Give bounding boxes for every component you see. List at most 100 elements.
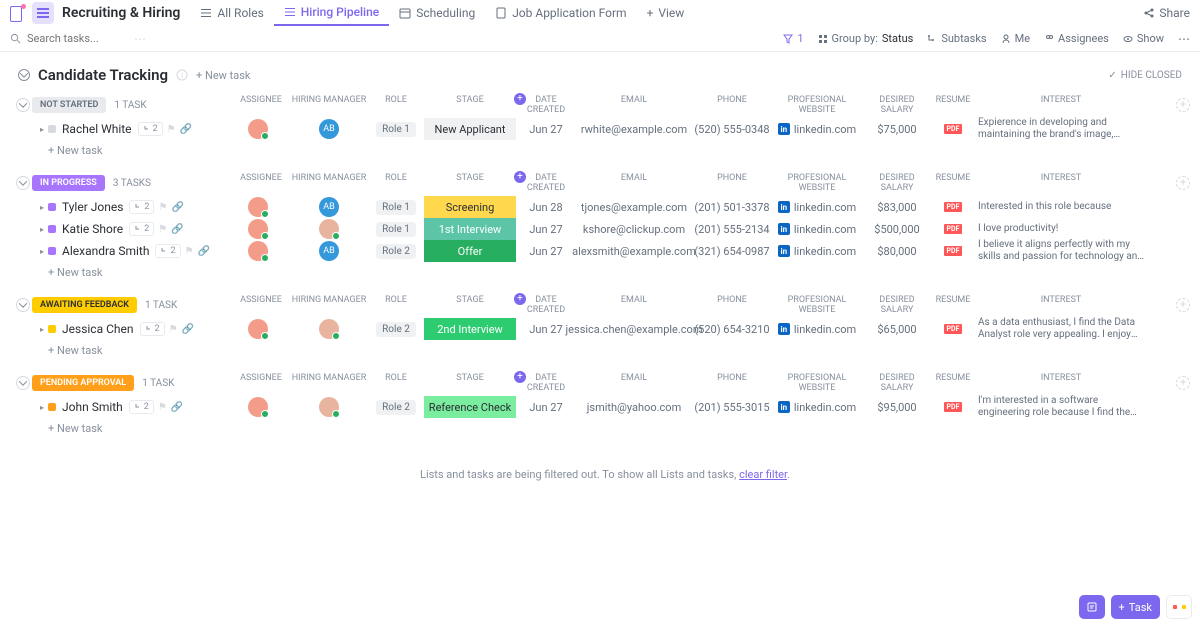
website-cell[interactable]: inlinkedin.com [772, 401, 862, 414]
column-header[interactable]: HIRING MANAGER [290, 295, 368, 315]
search-input[interactable] [27, 32, 107, 45]
hide-closed-button[interactable]: ✓ HIDE CLOSED [1108, 70, 1182, 81]
column-header[interactable]: ASSIGNEE [232, 295, 290, 315]
website-cell[interactable]: inlinkedin.com [772, 223, 862, 236]
list-icon[interactable] [32, 2, 54, 24]
tag-icon[interactable]: ⚑ [158, 224, 167, 235]
column-header[interactable]: PHONE [692, 373, 772, 393]
stage-cell[interactable]: New Applicant [424, 118, 516, 140]
column-header[interactable]: RESUME [932, 373, 974, 393]
expand-icon[interactable]: ▸ [40, 325, 44, 334]
email-cell[interactable]: tjones@example.com [576, 201, 692, 214]
subtask-badge[interactable]: 2 [155, 244, 180, 258]
link-icon[interactable]: 🔗 [171, 402, 183, 413]
resume-cell[interactable]: PDF [932, 246, 974, 256]
stage-cell[interactable]: Reference Check [424, 396, 516, 418]
link-icon[interactable]: 🔗 [171, 224, 183, 235]
email-cell[interactable]: rwhite@example.com [576, 123, 692, 136]
salary-cell[interactable]: $65,000 [862, 323, 932, 336]
expand-icon[interactable]: ▸ [40, 247, 44, 256]
status-square[interactable] [48, 403, 56, 411]
note-fab[interactable] [1079, 595, 1105, 619]
subtasks-button[interactable]: Subtasks [927, 32, 986, 45]
task-name[interactable]: John Smith [62, 400, 123, 414]
email-cell[interactable]: kshore@clickup.com [576, 223, 692, 236]
stage-cell[interactable]: 1st Interview [424, 218, 516, 240]
column-header[interactable]: ROLE [368, 95, 424, 115]
expand-icon[interactable]: ▸ [40, 225, 44, 234]
share-button[interactable]: Share [1143, 6, 1190, 20]
column-header[interactable]: PROFESIONAL WEBSITE [772, 173, 862, 193]
stage-cell[interactable]: Offer [424, 240, 516, 262]
search-box[interactable] [10, 32, 120, 45]
new-task-button[interactable]: + New task [10, 262, 1200, 282]
status-square[interactable] [48, 325, 56, 333]
column-header[interactable]: INTEREST [974, 173, 1144, 193]
add-column-button[interactable]: + [1176, 376, 1190, 390]
hiring-manager-cell[interactable]: AB [290, 119, 368, 139]
status-pill[interactable]: AWAITING FEEDBACK [32, 297, 137, 313]
collapse-group-button[interactable] [16, 98, 30, 112]
apps-fab[interactable] [1166, 595, 1192, 619]
status-pill[interactable]: PENDING APPROVAL [32, 375, 134, 391]
me-button[interactable]: Me [1001, 32, 1030, 45]
subtask-badge[interactable]: 2 [138, 122, 163, 136]
role-cell[interactable]: Role 1 [368, 122, 424, 137]
hiring-manager-cell[interactable] [290, 397, 368, 417]
column-header[interactable]: INTEREST [974, 295, 1144, 315]
task-row[interactable]: ▸ Alexandra Smith 2 ⚑ 🔗 AB Role 2 Offer … [10, 240, 1200, 262]
email-cell[interactable]: jessica.chen@example.com [576, 323, 692, 336]
new-task-button[interactable]: + New task [10, 418, 1200, 438]
assignee-cell[interactable] [232, 241, 290, 261]
filter-button[interactable]: 1 [783, 32, 803, 45]
avatar-initials[interactable]: AB [319, 119, 339, 139]
collapse-group-button[interactable] [16, 298, 30, 312]
link-icon[interactable]: 🔗 [180, 124, 192, 135]
link-icon[interactable]: 🔗 [182, 324, 194, 335]
tag-icon[interactable]: ⚑ [167, 124, 176, 135]
column-header[interactable]: ASSIGNEE [232, 373, 290, 393]
collapse-list-button[interactable] [18, 69, 30, 81]
salary-cell[interactable]: $500,000 [862, 223, 932, 236]
resume-cell[interactable]: PDF [932, 402, 974, 412]
column-header[interactable]: PROFESIONAL WEBSITE [772, 373, 862, 393]
expand-icon[interactable]: ▸ [40, 203, 44, 212]
task-name[interactable]: Jessica Chen [62, 322, 133, 336]
subtask-badge[interactable]: 2 [129, 400, 154, 414]
column-header[interactable]: PHONE [692, 95, 772, 115]
role-cell[interactable]: Role 2 [368, 322, 424, 337]
phone-cell[interactable]: (201) 555-3015 [692, 401, 772, 414]
column-header[interactable]: ROLE [368, 295, 424, 315]
role-cell[interactable]: Role 2 [368, 400, 424, 415]
search-more-icon[interactable]: ⋯ [134, 32, 146, 46]
info-icon[interactable]: i [176, 69, 188, 81]
avatar-initials[interactable]: AB [319, 241, 339, 261]
more-icon[interactable]: ⋯ [1178, 32, 1190, 46]
column-header[interactable]: INTEREST [974, 373, 1144, 393]
add-column-button[interactable]: + [1176, 98, 1190, 112]
assignee-cell[interactable] [232, 319, 290, 339]
stage-cell[interactable]: Screening [424, 196, 516, 218]
interest-cell[interactable]: I love productivity! [974, 223, 1144, 235]
tag-icon[interactable]: ⚑ [158, 202, 167, 213]
interest-cell[interactable]: Expierence in developing and maintaining… [974, 117, 1144, 141]
new-task-button[interactable]: + New task [10, 140, 1200, 160]
website-cell[interactable]: inlinkedin.com [772, 245, 862, 258]
avatar[interactable] [319, 319, 339, 339]
phone-cell[interactable]: (321) 654-0987 [692, 245, 772, 258]
hiring-manager-cell[interactable] [290, 319, 368, 339]
resume-cell[interactable]: PDF [932, 324, 974, 334]
role-cell[interactable]: Role 2 [368, 244, 424, 259]
task-name[interactable]: Alexandra Smith [62, 244, 149, 258]
list-new-task-button[interactable]: + New task [196, 69, 250, 82]
salary-cell[interactable]: $83,000 [862, 201, 932, 214]
subtask-badge[interactable]: 2 [140, 322, 165, 336]
column-header[interactable]: PHONE [692, 173, 772, 193]
assignee-cell[interactable] [232, 119, 290, 139]
column-header[interactable]: ROLE [368, 173, 424, 193]
add-view-button[interactable]: + View [637, 0, 695, 26]
status-square[interactable] [48, 247, 56, 255]
column-header[interactable]: ROLE [368, 373, 424, 393]
group-by-button[interactable]: Group by: Status [818, 32, 914, 45]
column-header[interactable]: EMAIL [576, 95, 692, 115]
